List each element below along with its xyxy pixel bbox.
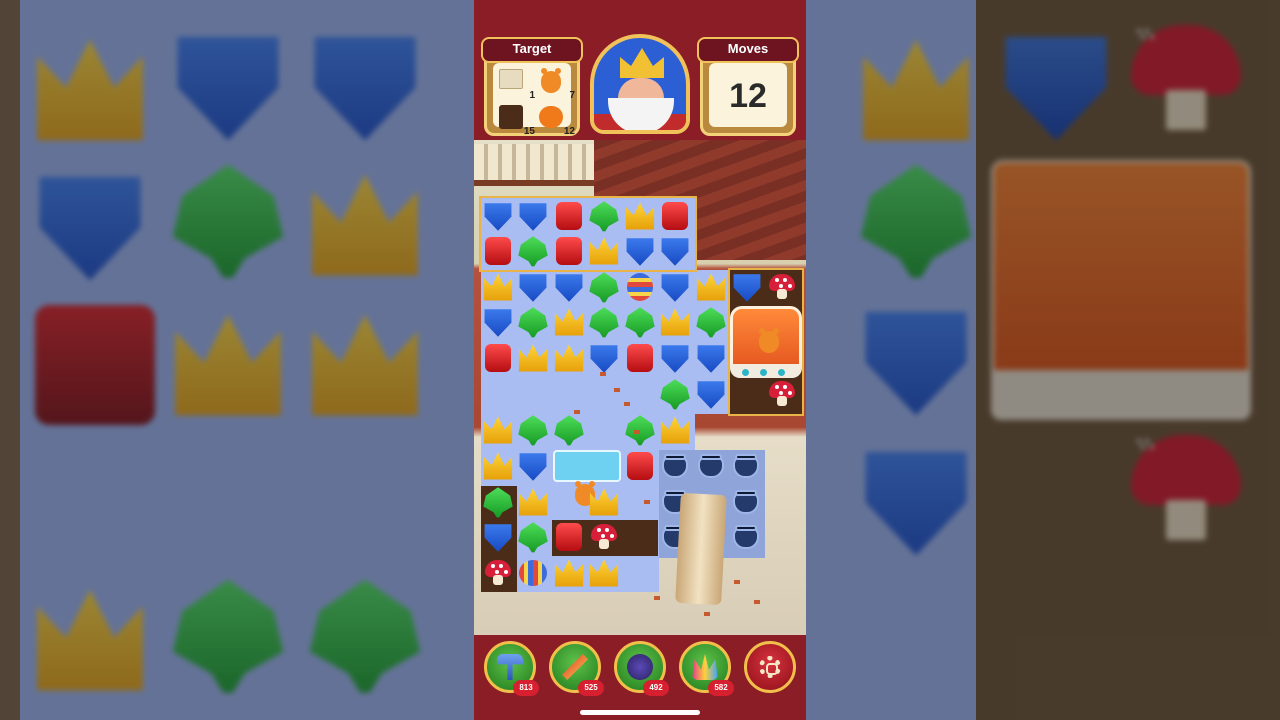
red-block-tile[interactable] <box>485 237 511 265</box>
target-count: 15 <box>523 126 535 137</box>
game-screen: Target 1 7 15 12 Moves 12 813 525 492 58… <box>474 0 806 720</box>
target-item: 15 <box>495 101 535 137</box>
pot-obstacle <box>730 486 762 518</box>
crown-icon <box>620 48 664 78</box>
pot-obstacle <box>659 450 691 482</box>
target-count: 12 <box>563 126 575 137</box>
target-item: 7 <box>535 65 575 101</box>
gear-icon <box>759 656 781 678</box>
debris <box>734 580 740 584</box>
pumpkin-icon <box>539 106 563 128</box>
oven-obstacle <box>730 306 802 378</box>
cannon-icon <box>627 654 653 680</box>
top-hud: Target 1 7 15 12 Moves 12 <box>474 0 806 140</box>
cannon-booster-button[interactable]: 492 <box>614 641 669 696</box>
hammer-icon <box>497 654 523 680</box>
red-block-tile[interactable] <box>627 452 653 480</box>
debris <box>634 430 640 434</box>
rocket-tile[interactable] <box>627 273 653 301</box>
debris <box>574 410 580 414</box>
moves-counter: 12 <box>729 77 767 115</box>
target-label: Target <box>481 37 583 63</box>
pot-obstacle <box>695 450 727 482</box>
mushroom-tile[interactable] <box>766 271 798 303</box>
debris <box>614 388 620 392</box>
booster-count: 525 <box>578 680 604 696</box>
blurred-left-background <box>0 0 474 720</box>
hammer-booster-button[interactable]: 813 <box>484 641 539 696</box>
booster-count: 582 <box>708 680 734 696</box>
debris <box>600 372 606 376</box>
paper-icon <box>499 69 523 89</box>
jester-hat-icon <box>692 654 718 680</box>
home-indicator[interactable] <box>580 710 700 715</box>
moves-label: Moves <box>697 37 799 63</box>
mushroom-tile[interactable] <box>588 521 620 553</box>
target-item: 1 <box>495 65 535 101</box>
soil-icon <box>499 105 523 129</box>
red-block-tile[interactable] <box>627 344 653 372</box>
booster-bar: 813 525 492 582 <box>474 635 806 720</box>
booster-count: 813 <box>513 680 539 696</box>
rocket-tile[interactable] <box>519 560 547 586</box>
target-item: 12 <box>535 101 575 137</box>
teddy-bear-icon <box>753 325 785 357</box>
red-block-tile[interactable] <box>556 237 582 265</box>
debris <box>754 600 760 604</box>
red-block-tile[interactable] <box>662 202 688 230</box>
red-block-tile[interactable] <box>556 202 582 230</box>
debris <box>624 402 630 406</box>
teddy-bear-icon <box>535 65 567 97</box>
booster-count: 492 <box>643 680 669 696</box>
target-list: 1 7 15 12 <box>493 63 575 137</box>
king-avatar <box>590 34 690 134</box>
jester-hat-booster-button[interactable]: 582 <box>679 641 734 696</box>
mushroom-tile[interactable] <box>766 378 798 410</box>
pot-obstacle <box>730 521 762 553</box>
dim-overlay <box>0 0 474 720</box>
debris <box>644 500 650 504</box>
debris <box>654 596 660 600</box>
paper-scroll-obstacle <box>675 492 727 606</box>
settings-button[interactable] <box>744 641 796 693</box>
bow-arrow-icon <box>562 654 588 680</box>
debris <box>704 612 710 616</box>
red-block-tile[interactable] <box>556 523 582 551</box>
mushroom-tile[interactable] <box>482 557 514 589</box>
balcony-railing <box>474 144 594 186</box>
moves-box: 12 <box>709 63 787 127</box>
target-count: 7 <box>569 90 575 101</box>
pot-obstacle <box>730 450 762 482</box>
moves-panel: Moves 12 <box>697 37 799 136</box>
blurred-right-background <box>806 0 1280 720</box>
target-panel: Target 1 7 15 12 <box>481 37 583 137</box>
red-block-tile[interactable] <box>485 344 511 372</box>
dim-overlay <box>806 0 1280 720</box>
arrow-booster-button[interactable]: 525 <box>549 641 604 696</box>
